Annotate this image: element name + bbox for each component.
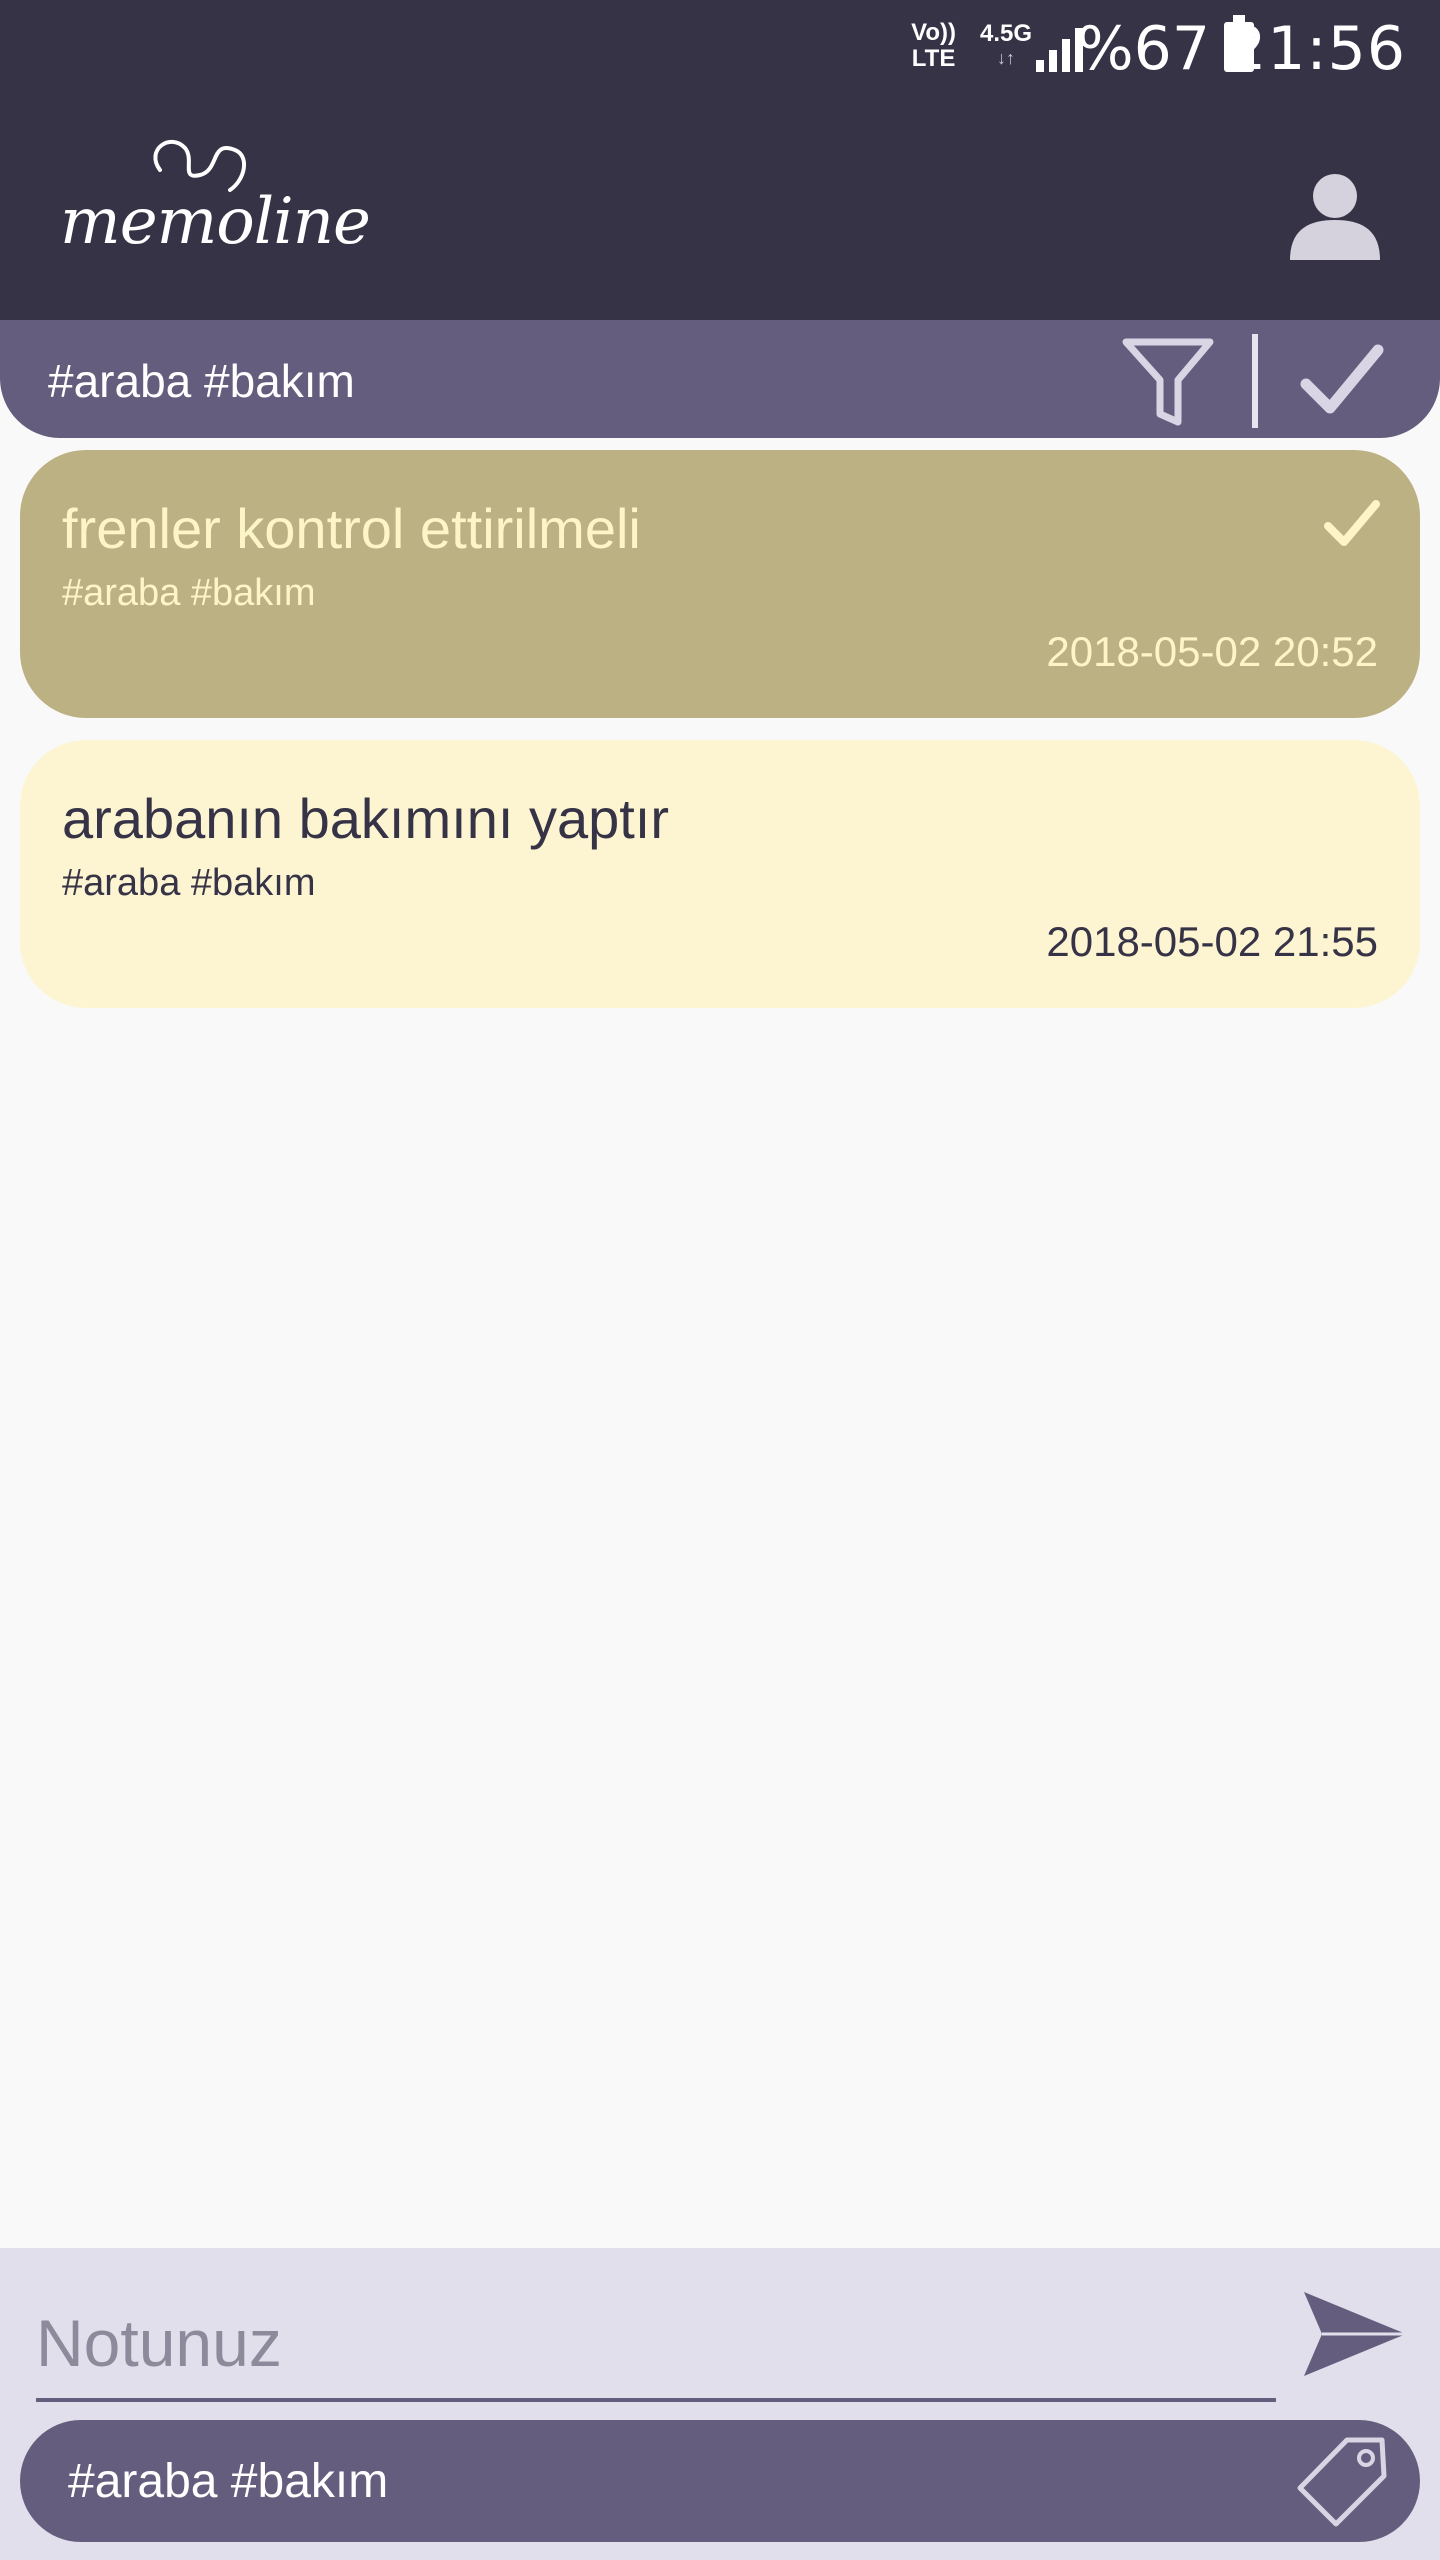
toolbar-divider [1252,334,1258,428]
note-date: 2018-05-02 21:55 [1046,918,1378,965]
app-logo: memoline [60,185,371,259]
status-bar: Vo)) LTE 4.5G ↓↑ %67 21:56 [0,0,1440,100]
note-date: 2018-05-02 20:52 [1046,628,1378,675]
composer: #araba #bakım [0,2248,1440,2560]
send-icon [1304,2292,1406,2376]
note-tags: #araba #bakım [62,572,316,614]
selected-tags: #araba #bakım [68,2455,389,2508]
battery-percent: %67 [1076,14,1210,84]
network-type-icon: 4.5G ↓↑ [980,22,1032,70]
check-icon [1300,344,1384,414]
volte-icon: Vo)) LTE [911,20,956,72]
note-tags: #araba #bakım [62,862,316,904]
tag-button[interactable] [1292,2432,1392,2532]
network-label: 4.5G [979,20,1032,47]
show-completed-button[interactable] [1300,342,1384,416]
network-arrows: ↓↑ [996,48,1015,68]
filter-bar: #araba #bakım [0,320,1440,438]
tag-bar[interactable]: #araba #bakım [20,2420,1420,2542]
funnel-icon [1122,338,1214,426]
completed-check-icon [1324,500,1380,546]
filter-button[interactable] [1118,332,1218,428]
profile-button[interactable] [1280,160,1390,270]
send-button[interactable] [1300,2284,1410,2384]
note-title: frenler kontrol ettirilmeli [62,497,641,560]
app-bar: memoline [0,100,1440,320]
note-card[interactable]: frenler kontrol ettirilmeli #araba #bakı… [20,450,1420,718]
lte-label: LTE [911,45,956,72]
person-icon [1290,174,1380,260]
clock: 21:56 [1228,14,1406,84]
active-filter-tags[interactable]: #araba #bakım [48,354,355,408]
tag-icon [1297,2437,1387,2527]
volte-label: Vo)) [911,19,956,46]
note-title: arabanın bakımını yaptır [62,787,670,850]
note-input[interactable] [36,2288,1276,2402]
note-card[interactable]: arabanın bakımını yaptır #araba #bakım 2… [20,740,1420,1008]
